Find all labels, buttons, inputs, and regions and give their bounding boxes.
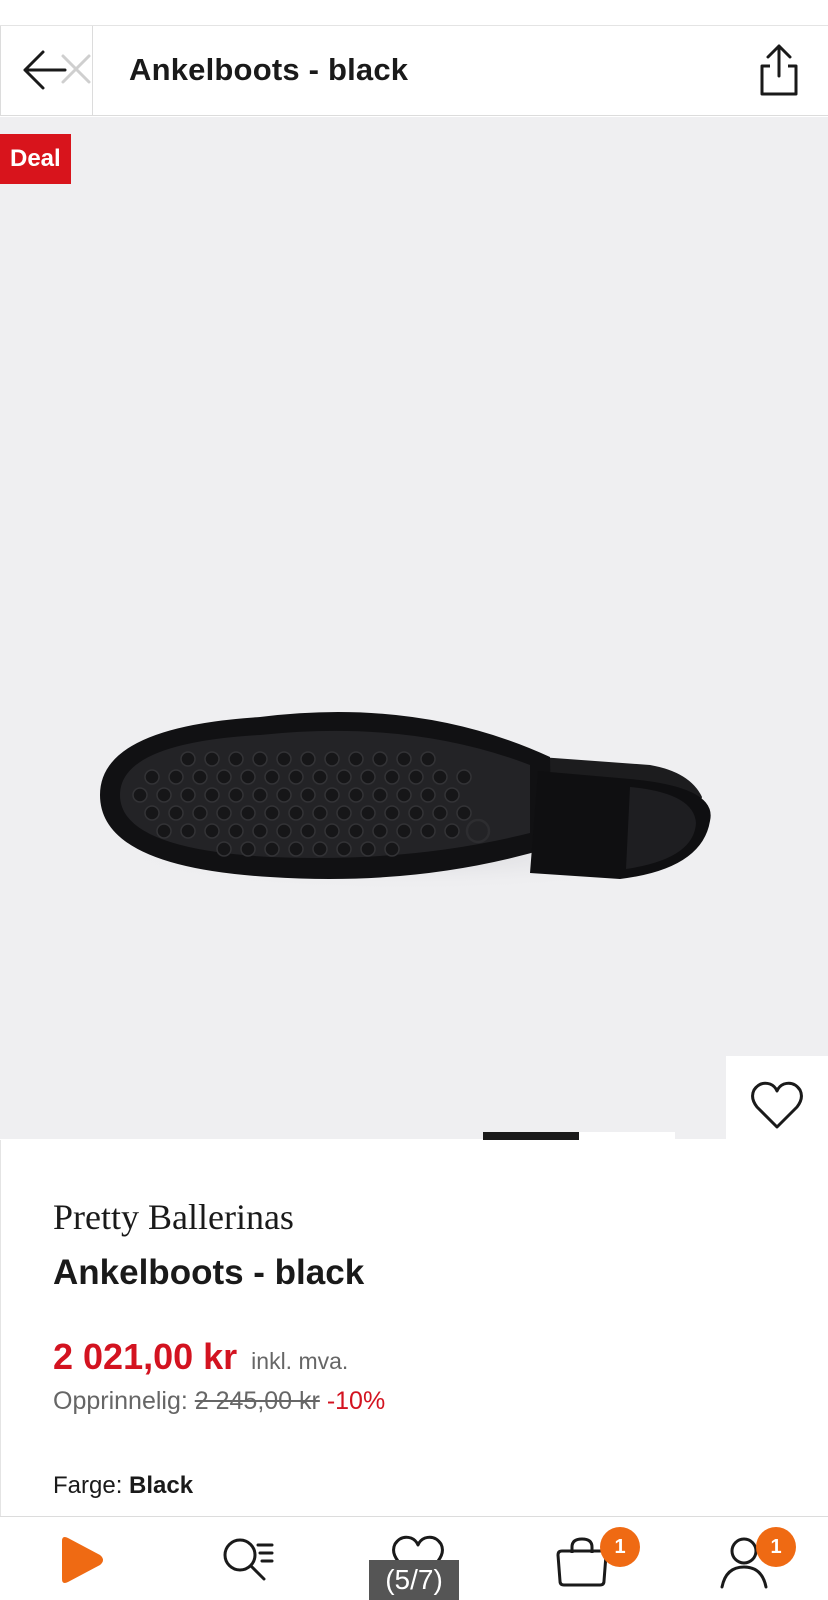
- page-title: Ankelboots - black: [129, 52, 409, 87]
- image-counter: (5/7): [369, 1560, 459, 1600]
- home-play-icon: [62, 1537, 103, 1583]
- back-button[interactable]: [1, 26, 93, 116]
- color-label: Farge:: [53, 1472, 123, 1499]
- discount-percent: -10%: [326, 1387, 386, 1415]
- bag-count-badge: 1: [600, 1527, 640, 1567]
- status-bar: [0, 0, 828, 26]
- search-icon: [223, 1538, 274, 1581]
- wishlist-button[interactable]: [726, 1056, 828, 1139]
- heart-icon: [751, 1081, 803, 1129]
- share-button[interactable]: [754, 42, 804, 98]
- share-icon: [760, 44, 798, 96]
- nav-home[interactable]: [24, 1517, 144, 1600]
- product-name: Ankelboots - black: [53, 1253, 365, 1292]
- current-price: 2 021,00 kr: [53, 1336, 238, 1377]
- gallery-progress-indicator: [483, 1132, 579, 1140]
- nav-search[interactable]: [190, 1517, 310, 1600]
- nav-bag[interactable]: 1: [524, 1517, 644, 1600]
- deal-badge: Deal: [0, 134, 71, 184]
- arrow-left-icon: [23, 50, 91, 90]
- color-row: Farge: Black: [53, 1472, 193, 1500]
- original-price-label: Opprinnelig:: [53, 1387, 188, 1415]
- original-price: 2 245,00 kr: [194, 1387, 320, 1415]
- vat-note: inkl. mva.: [251, 1348, 349, 1374]
- top-bar: Ankelboots - black: [0, 26, 828, 116]
- price-row: 2 021,00 kr inkl. mva.: [53, 1336, 348, 1378]
- brand-name[interactable]: Pretty Ballerinas: [53, 1196, 294, 1238]
- product-info: Pretty Ballerinas Ankelboots - black 2 0…: [0, 1140, 828, 1516]
- color-value: Black: [129, 1472, 194, 1499]
- ankle-boot-sole-image: [100, 712, 711, 891]
- original-price-row: Opprinnelig: 2 245,00 kr -10%: [53, 1387, 385, 1416]
- product-image-gallery[interactable]: Deal: [0, 117, 828, 1139]
- profile-notification-badge: 1: [756, 1527, 796, 1567]
- nav-profile[interactable]: 1: [690, 1517, 810, 1600]
